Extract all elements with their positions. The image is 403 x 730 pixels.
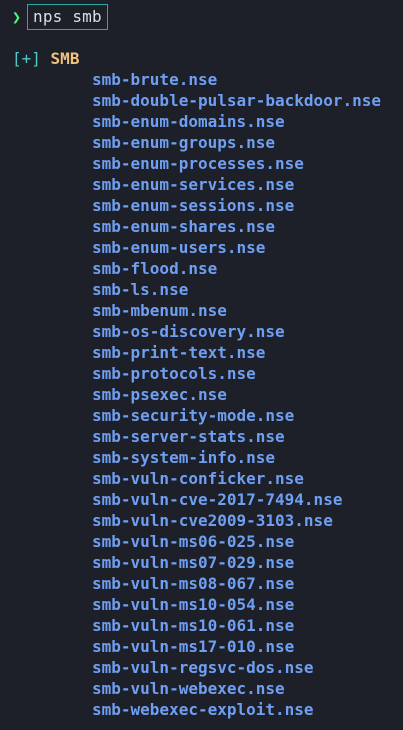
section-marker: [+] bbox=[12, 49, 41, 68]
script-item: smb-vuln-conficker.nse bbox=[92, 469, 304, 488]
script-item: smb-enum-sessions.nse bbox=[92, 196, 295, 215]
script-item: smb-enum-users.nse bbox=[92, 238, 266, 257]
script-item: smb-vuln-ms06-025.nse bbox=[92, 532, 295, 551]
script-item: smb-vuln-ms17-010.nse bbox=[92, 637, 295, 656]
command-input[interactable]: nps smb bbox=[27, 4, 108, 30]
section-title: SMB bbox=[50, 49, 80, 68]
script-item: smb-server-stats.nse bbox=[92, 427, 285, 446]
script-item: smb-enum-processes.nse bbox=[92, 154, 304, 173]
script-item: smb-vuln-cve2009-3103.nse bbox=[92, 511, 333, 530]
script-item: smb-webexec-exploit.nse bbox=[92, 700, 314, 719]
script-item: smb-protocols.nse bbox=[92, 364, 256, 383]
script-item: smb-vuln-webexec.nse bbox=[92, 679, 285, 698]
script-item: smb-vuln-ms10-054.nse bbox=[92, 595, 295, 614]
script-item: smb-vuln-ms10-061.nse bbox=[92, 616, 295, 635]
script-item: smb-vuln-ms07-029.nse bbox=[92, 553, 295, 572]
script-item: smb-print-text.nse bbox=[92, 343, 266, 362]
section-header: [+] SMB bbox=[12, 48, 79, 70]
script-item: smb-vuln-regsvc-dos.nse bbox=[92, 658, 314, 677]
script-item: smb-vuln-cve-2017-7494.nse bbox=[92, 490, 343, 509]
script-item: smb-flood.nse bbox=[92, 259, 218, 278]
script-item: smb-brute.nse bbox=[92, 70, 218, 89]
script-item: smb-enum-domains.nse bbox=[92, 112, 285, 131]
script-item: smb-os-discovery.nse bbox=[92, 322, 285, 341]
script-item: smb-system-info.nse bbox=[92, 448, 276, 467]
script-list: smb-brute.nse smb-double-pulsar-backdoor… bbox=[92, 69, 381, 720]
script-item: smb-enum-groups.nse bbox=[92, 133, 276, 152]
script-item: smb-vuln-ms08-067.nse bbox=[92, 574, 295, 593]
script-item: smb-enum-shares.nse bbox=[92, 217, 276, 236]
script-item: smb-double-pulsar-backdoor.nse bbox=[92, 91, 381, 110]
script-item: smb-ls.nse bbox=[92, 280, 189, 299]
script-item: smb-enum-services.nse bbox=[92, 175, 295, 194]
script-item: smb-mbenum.nse bbox=[92, 301, 227, 320]
script-item: smb-psexec.nse bbox=[92, 385, 227, 404]
prompt-line: ❯ nps smb bbox=[12, 4, 108, 30]
script-item: smb-security-mode.nse bbox=[92, 406, 295, 425]
prompt-arrow-icon: ❯ bbox=[12, 8, 22, 26]
